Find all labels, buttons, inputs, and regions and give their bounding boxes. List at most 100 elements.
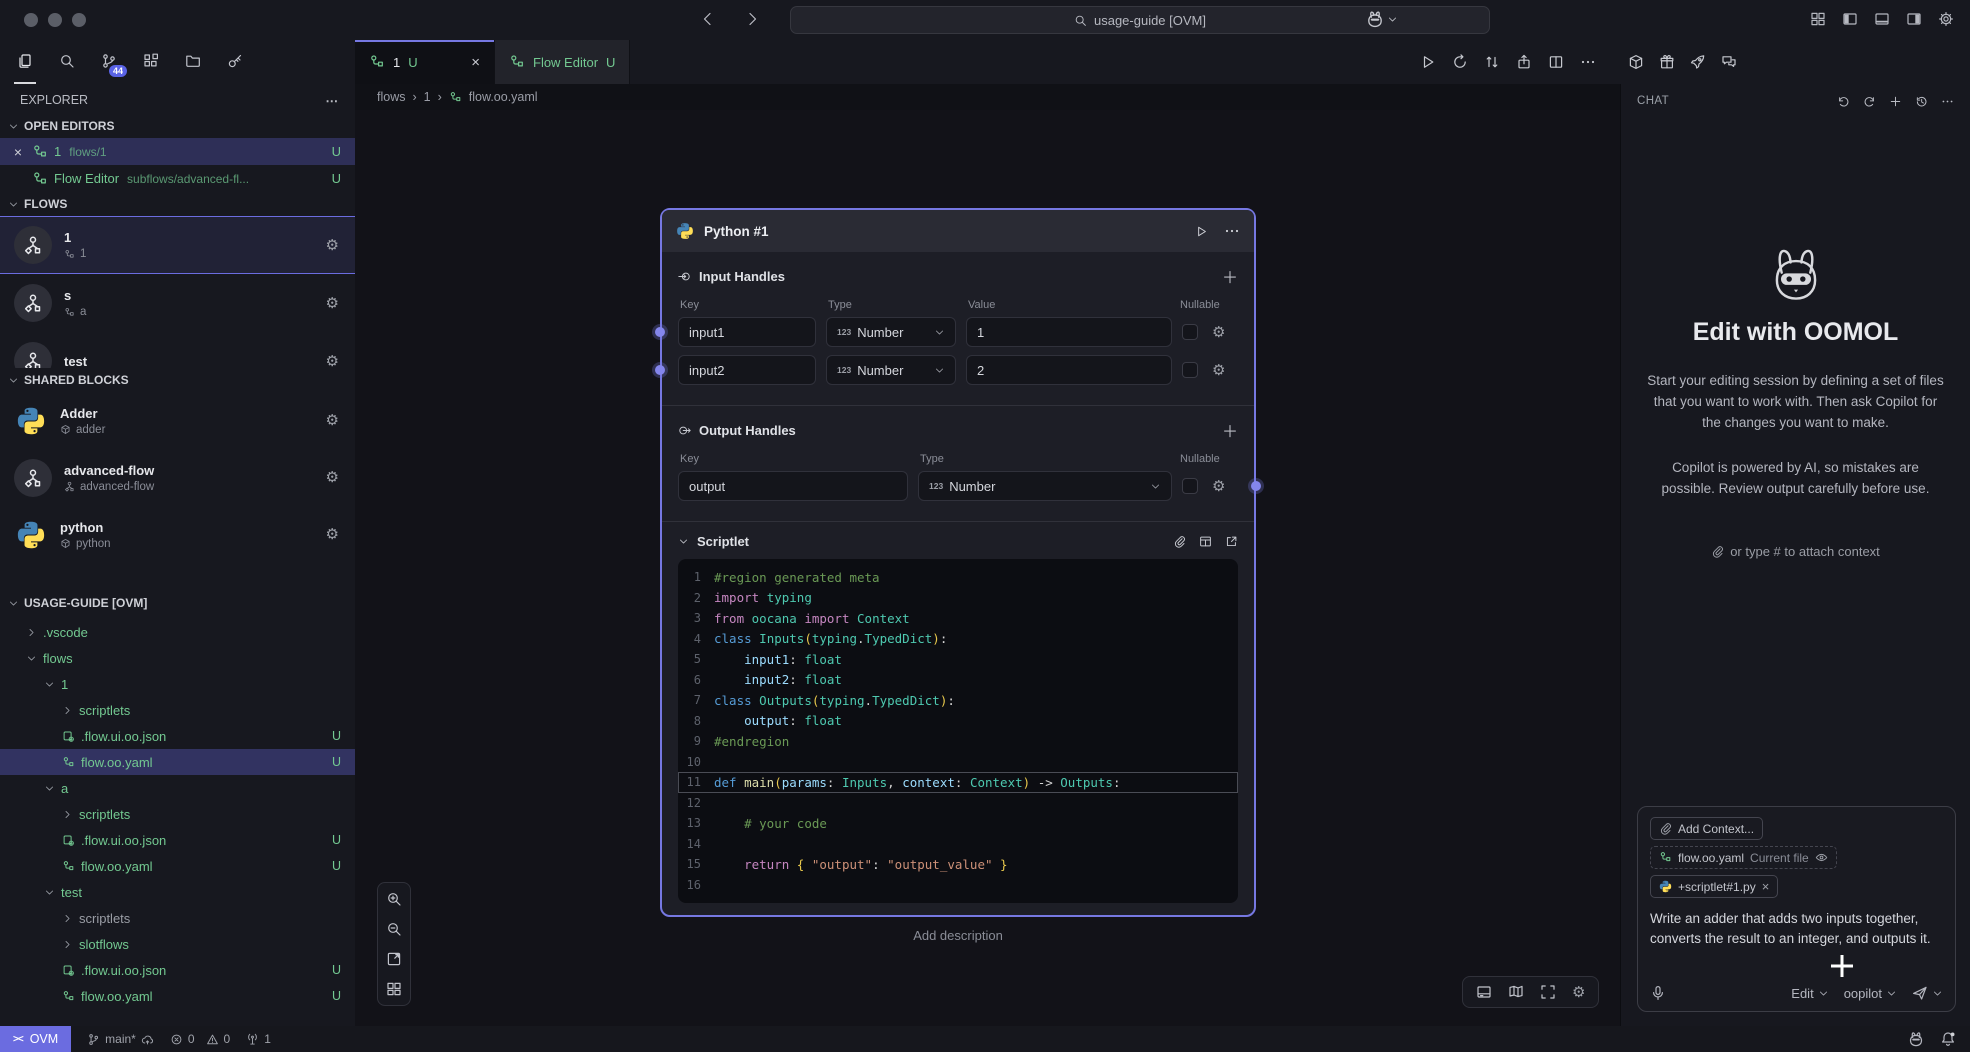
code-line[interactable]: 3from oocana import Context: [678, 608, 1238, 629]
type-select[interactable]: 123Number: [826, 317, 956, 347]
input-connection-dot[interactable]: [655, 327, 665, 337]
gear-icon[interactable]: ⚙: [1572, 985, 1585, 1000]
code-line[interactable]: 10: [678, 752, 1238, 773]
tree-item-slotflows[interactable]: slotflows: [0, 931, 355, 957]
chat-bubbles-icon[interactable]: [1721, 54, 1737, 70]
fit-view-icon[interactable]: [386, 951, 402, 967]
flow-canvas[interactable]: Python #1 Input Handles ＋ KeyTypeValueNu…: [355, 110, 1620, 1026]
key-input[interactable]: input1: [678, 317, 816, 347]
table-icon[interactable]: [1199, 535, 1212, 548]
shared-block-python[interactable]: pythonpython⚙: [0, 506, 355, 563]
git-branch-status[interactable]: main*: [87, 1032, 154, 1046]
open-editor-item[interactable]: ×1flows/1U: [0, 138, 355, 165]
play-icon[interactable]: [1420, 54, 1436, 70]
chat-redo-icon[interactable]: [1863, 95, 1876, 108]
add-output-icon[interactable]: ＋: [1222, 418, 1238, 442]
export-icon[interactable]: [1516, 54, 1532, 70]
split-editor-icon[interactable]: [1548, 54, 1564, 70]
gear-icon[interactable]: ⚙: [326, 413, 339, 428]
gift-icon[interactable]: [1659, 54, 1675, 70]
nullable-checkbox[interactable]: [1182, 324, 1198, 340]
panel-bottom-icon[interactable]: [1874, 11, 1890, 27]
tree-item-test[interactable]: test: [0, 879, 355, 905]
value-input[interactable]: 1: [966, 317, 1172, 347]
add-input-icon[interactable]: ＋: [1222, 264, 1238, 288]
gear-icon[interactable]: ⚙: [1212, 363, 1225, 378]
chevron-down-icon[interactable]: [678, 536, 689, 547]
layout-grid-icon[interactable]: [386, 981, 402, 997]
output-connection-dot[interactable]: [1251, 481, 1261, 491]
mic-icon[interactable]: [1650, 985, 1666, 1001]
tab-1[interactable]: 1U×: [355, 40, 495, 84]
tree-item-scriptlets[interactable]: scriptlets: [0, 801, 355, 827]
close-editor-icon[interactable]: ×: [10, 144, 26, 160]
oomol-status-icon[interactable]: [1908, 1031, 1924, 1047]
gear-icon[interactable]: ⚙: [326, 470, 339, 485]
activity-folder[interactable]: [182, 40, 204, 84]
activity-extensions[interactable]: [140, 40, 162, 84]
forward-icon[interactable]: [744, 11, 760, 27]
context-chip[interactable]: +scriptlet#1.py×: [1650, 875, 1778, 898]
code-line[interactable]: 12: [678, 793, 1238, 814]
gear-icon[interactable]: ⚙: [326, 238, 339, 253]
code-line[interactable]: 15 return { "output": "output_value" }: [678, 854, 1238, 875]
node-more-icon[interactable]: [1224, 223, 1240, 239]
chat-message-text[interactable]: Write an adder that adds two inputs toge…: [1650, 909, 1943, 950]
code-line[interactable]: 9#endregion: [678, 731, 1238, 752]
shared-block-advanced-flow[interactable]: advanced-flowadvanced-flow⚙: [0, 449, 355, 506]
context-chip[interactable]: Add Context...: [1650, 817, 1763, 840]
code-line[interactable]: 1#region generated meta: [678, 567, 1238, 588]
activity-search[interactable]: [56, 40, 78, 84]
breadcrumb[interactable]: flows›1›flow.oo.yaml: [355, 84, 1620, 110]
code-line[interactable]: 5 input1: float: [678, 649, 1238, 670]
flow-item-test[interactable]: test⚙: [0, 332, 355, 368]
key-input[interactable]: output: [678, 471, 908, 501]
panel-left-icon[interactable]: [1842, 11, 1858, 27]
node-header[interactable]: Python #1: [662, 210, 1254, 252]
run-node-icon[interactable]: [1195, 225, 1208, 238]
code-line[interactable]: 11def main(params: Inputs, context: Cont…: [678, 772, 1238, 793]
section-shared-blocks[interactable]: SHARED BLOCKS: [0, 368, 355, 392]
code-line[interactable]: 6 input2: float: [678, 670, 1238, 691]
key-input[interactable]: input2: [678, 355, 816, 385]
map-icon[interactable]: [1508, 984, 1524, 1000]
flow-item-1[interactable]: 11⚙: [0, 216, 355, 274]
window-controls[interactable]: [24, 13, 86, 27]
code-line[interactable]: 16: [678, 875, 1238, 896]
tree-item-flows[interactable]: flows: [0, 645, 355, 671]
remote-indicator[interactable]: >< OVM: [0, 1026, 71, 1052]
chat-plus-icon[interactable]: [1889, 95, 1902, 108]
zoom-in-icon[interactable]: [386, 891, 402, 907]
mode-select[interactable]: Edit: [1791, 986, 1828, 1001]
python-node-card[interactable]: Python #1 Input Handles ＋ KeyTypeValueNu…: [660, 208, 1256, 917]
code-line[interactable]: 7class Outputs(typing.TypedDict):: [678, 690, 1238, 711]
back-icon[interactable]: [700, 11, 716, 27]
close-tab-icon[interactable]: ×: [471, 55, 480, 70]
type-select[interactable]: 123Number: [826, 355, 956, 385]
section-workspace[interactable]: USAGE-GUIDE [OVM]: [0, 591, 355, 615]
tree-item-.flow.ui.oo.json[interactable]: .flow.ui.oo.jsonU: [0, 723, 355, 749]
tree-item-flow.oo.yaml[interactable]: flow.oo.yamlU: [0, 749, 355, 775]
code-editor[interactable]: 1#region generated meta2import typing3fr…: [678, 559, 1238, 903]
chat-input-box[interactable]: Add Context...flow.oo.yamlCurrent file+s…: [1637, 806, 1956, 1012]
more-icon[interactable]: [1580, 54, 1596, 70]
model-select[interactable]: oopilot: [1844, 986, 1897, 1001]
flow-item-s[interactable]: sa⚙: [0, 274, 355, 332]
gear-icon[interactable]: ⚙: [1212, 325, 1225, 340]
nullable-checkbox[interactable]: [1182, 478, 1198, 494]
bell-icon[interactable]: [1940, 1031, 1956, 1047]
activity-key[interactable]: [224, 40, 246, 84]
explorer-more-icon[interactable]: ⋯: [326, 93, 340, 108]
breadcrumb-item[interactable]: flows: [377, 90, 405, 104]
panel-right-icon[interactable]: [1906, 11, 1922, 27]
oomol-menu[interactable]: [1366, 10, 1398, 28]
chat-more-icon[interactable]: [1941, 95, 1954, 108]
remove-chip-icon[interactable]: ×: [1762, 879, 1770, 894]
console-icon[interactable]: [1476, 984, 1492, 1000]
breadcrumb-file[interactable]: flow.oo.yaml: [469, 90, 538, 104]
code-line[interactable]: 4class Inputs(typing.TypedDict):: [678, 629, 1238, 650]
activity-source-control[interactable]: 44: [98, 40, 120, 84]
sync-icon[interactable]: [1484, 54, 1500, 70]
chat-history-icon[interactable]: [1915, 95, 1928, 108]
tree-item-.flow.ui.oo.json[interactable]: .flow.ui.oo.jsonU: [0, 827, 355, 853]
